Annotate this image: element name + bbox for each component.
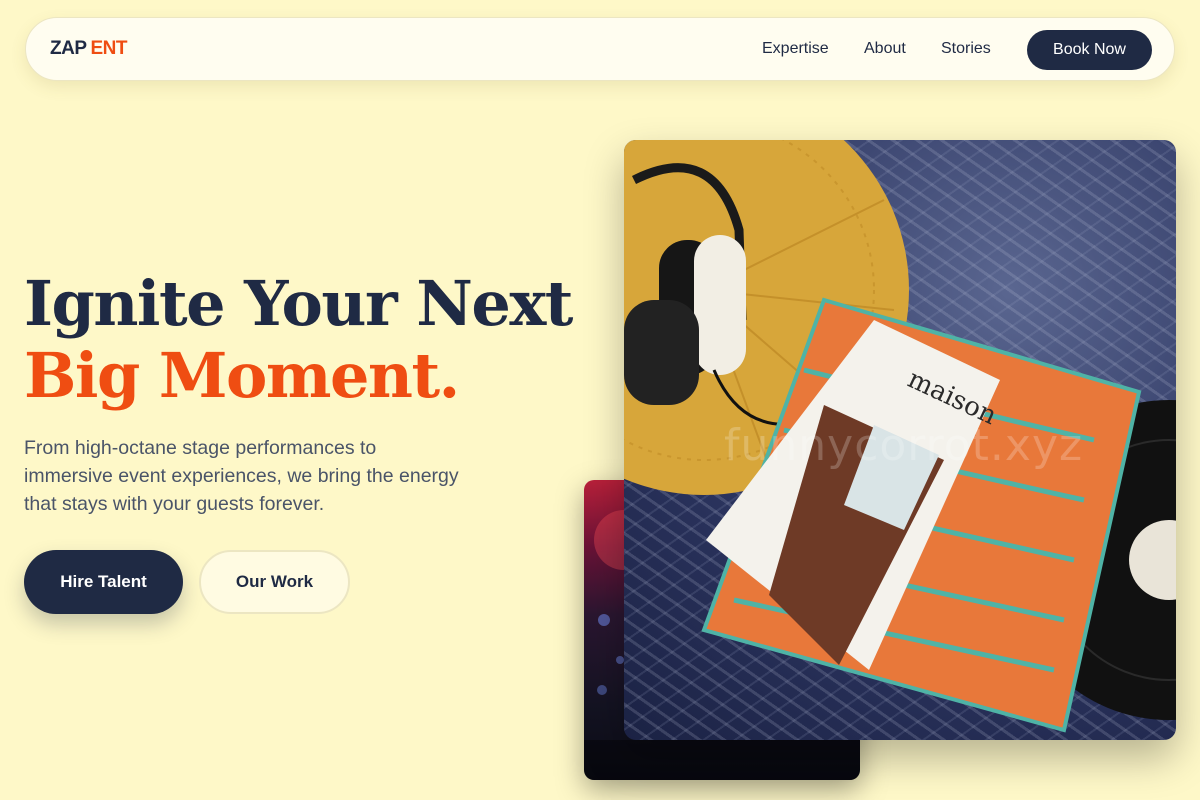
watermark: funnycorrot.xyz: [724, 420, 1084, 471]
logo-text-zap: ZAP: [50, 38, 87, 59]
nav-link-expertise[interactable]: Expertise: [762, 40, 829, 58]
hero-subtext: From high-octane stage performances to i…: [24, 437, 459, 515]
headline-line-2: Big Moment.: [24, 339, 460, 412]
hero-headline: Ignite Your Next Big Moment.: [24, 267, 573, 412]
logo-text-ent: ENT: [90, 38, 128, 59]
book-now-button[interactable]: Book Now: [1027, 30, 1152, 70]
headline-line-1: Ignite Your Next: [24, 267, 573, 340]
nav-link-about[interactable]: About: [864, 40, 906, 58]
vinyl-magazine-photo: maison funnycorrot.xyz: [624, 140, 1176, 740]
logo[interactable]: ZAP ENT: [50, 38, 127, 60]
our-work-button[interactable]: Our Work: [199, 550, 350, 614]
navbar: ZAP ENT Expertise About Stories Book Now: [25, 17, 1175, 81]
hire-talent-button[interactable]: Hire Talent: [24, 550, 183, 614]
nav-link-stories[interactable]: Stories: [941, 40, 991, 58]
